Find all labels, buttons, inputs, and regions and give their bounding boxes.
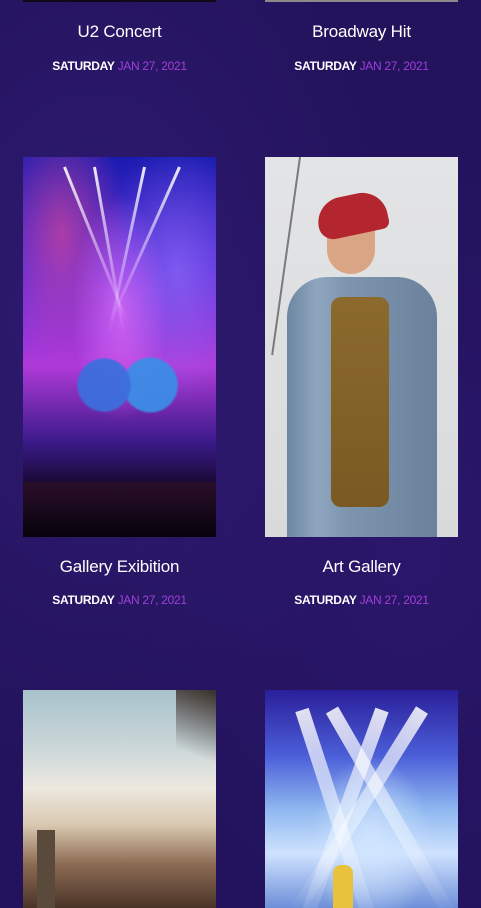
event-title[interactable]: Broadway Hit — [265, 22, 458, 42]
event-day: SATURDAY — [294, 59, 357, 73]
event-title[interactable]: U2 Concert — [23, 22, 216, 42]
festival-crowd-photo[interactable] — [23, 690, 216, 908]
stage-lights-photo[interactable] — [265, 690, 458, 908]
event-date: JAN 27, 2021 — [117, 593, 187, 607]
event-date: JAN 27, 2021 — [359, 593, 429, 607]
performer-shape — [333, 865, 353, 908]
event-image[interactable] — [265, 0, 458, 2]
event-card[interactable] — [23, 690, 216, 908]
event-day: SATURDAY — [294, 593, 357, 607]
events-grid-page: U2 Concert SATURDAY JAN 27, 2021 Broadwa… — [0, 0, 481, 908]
event-day: SATURDAY — [52, 593, 115, 607]
event-date-line: SATURDAY JAN 27, 2021 — [265, 59, 458, 73]
event-card[interactable]: Broadway Hit SATURDAY JAN 27, 2021 — [265, 0, 458, 100]
concert-stage-photo[interactable] — [23, 157, 216, 537]
event-date: JAN 27, 2021 — [117, 59, 187, 73]
shirt-shape — [331, 297, 389, 507]
event-card[interactable]: Gallery Exibition SATURDAY JAN 27, 2021 — [23, 157, 216, 617]
event-card[interactable] — [265, 690, 458, 908]
event-day: SATURDAY — [52, 59, 115, 73]
man-in-denim-jacket-photo[interactable] — [265, 157, 458, 537]
event-title[interactable]: Gallery Exibition — [23, 557, 216, 577]
event-date-line: SATURDAY JAN 27, 2021 — [265, 593, 458, 607]
tower-shape — [37, 830, 55, 908]
event-card[interactable]: Art Gallery SATURDAY JAN 27, 2021 — [265, 157, 458, 617]
event-title[interactable]: Art Gallery — [265, 557, 458, 577]
stage-truss-shape — [176, 690, 216, 780]
event-date: JAN 27, 2021 — [359, 59, 429, 73]
event-card[interactable]: U2 Concert SATURDAY JAN 27, 2021 — [23, 0, 216, 100]
event-date-line: SATURDAY JAN 27, 2021 — [23, 59, 216, 73]
light-beam — [108, 166, 181, 323]
red-cap-shape — [313, 188, 391, 242]
stage-floor — [23, 482, 216, 537]
event-image[interactable] — [23, 0, 216, 2]
event-date-line: SATURDAY JAN 27, 2021 — [23, 593, 216, 607]
